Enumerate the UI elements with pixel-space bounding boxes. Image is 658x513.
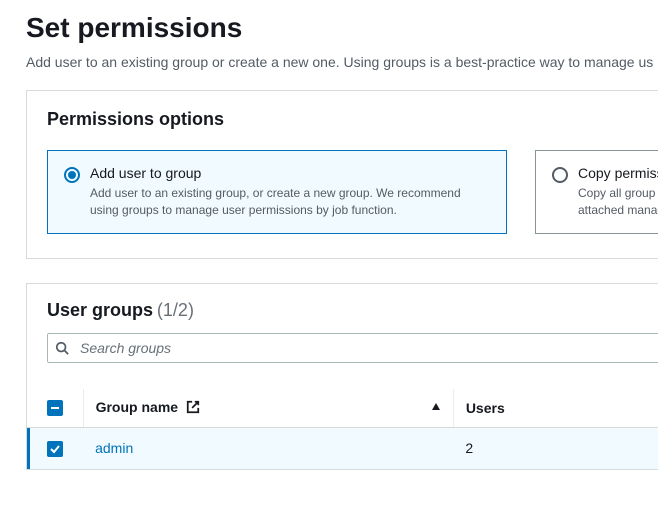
group-users-value: 2 xyxy=(465,440,473,456)
option-add-user-to-group[interactable]: Add user to group Add user to an existin… xyxy=(47,150,507,234)
select-all-checkbox[interactable] xyxy=(47,400,63,416)
option-copy-permissions[interactable]: Copy permiss Copy all group memberships,… xyxy=(535,150,658,234)
row-checkbox[interactable] xyxy=(47,441,63,457)
user-groups-count: (1/2) xyxy=(157,300,194,320)
permissions-options-panel: Permissions options Add user to group Ad… xyxy=(26,90,658,259)
option-title: Copy permiss xyxy=(578,165,658,181)
option-title: Add user to group xyxy=(90,165,490,181)
option-description: Copy all group memberships, attached man… xyxy=(578,185,658,219)
group-name-link[interactable]: admin xyxy=(95,440,133,456)
table-row[interactable]: admin 2 xyxy=(27,427,658,469)
permissions-options-title: Permissions options xyxy=(47,109,658,130)
user-groups-table: Group name Users xyxy=(27,389,658,469)
search-groups-input[interactable] xyxy=(47,333,658,363)
search-icon xyxy=(55,341,69,355)
radio-icon xyxy=(64,167,80,183)
column-label: Users xyxy=(466,400,505,416)
radio-icon xyxy=(552,167,568,183)
column-header-users[interactable]: Users xyxy=(453,389,658,428)
user-groups-panel: User groups (1/2) G xyxy=(26,283,658,470)
page-subtitle: Add user to an existing group or create … xyxy=(26,54,658,70)
sort-asc-icon xyxy=(431,399,441,415)
option-description: Add user to an existing group, or create… xyxy=(90,185,490,219)
user-groups-title: User groups xyxy=(47,300,153,320)
column-header-group-name[interactable]: Group name xyxy=(83,389,453,428)
column-label: Group name xyxy=(96,399,178,415)
external-link-icon xyxy=(186,401,200,417)
page-title: Set permissions xyxy=(26,12,658,44)
